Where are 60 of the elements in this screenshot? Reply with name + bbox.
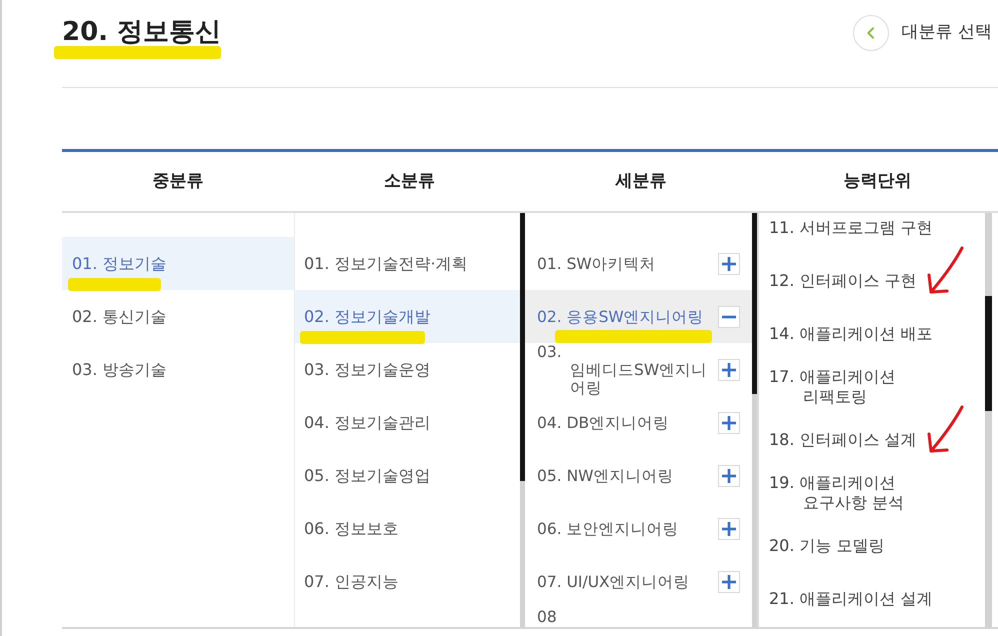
plus-icon bbox=[722, 468, 736, 482]
category-item[interactable]: 03. 정보기술운영 bbox=[295, 343, 520, 396]
back-button[interactable]: 대분류 선택 bbox=[852, 15, 998, 51]
subcategory-link[interactable]: 06. 보안엔지니어링 bbox=[537, 520, 679, 538]
ability-unit-link[interactable]: 17. 애플리케이션 리팩토링 bbox=[769, 366, 949, 406]
expand-button[interactable] bbox=[718, 252, 740, 274]
subcategory-row[interactable]: 02. 응용SW엔지니어링 bbox=[525, 290, 752, 343]
subcategory-row[interactable]: 01. SW아키텍처 bbox=[525, 237, 752, 290]
plus-icon bbox=[722, 362, 736, 376]
category-item[interactable]: 05. 정보기술영업 bbox=[295, 449, 520, 502]
scrollbar-thumb[interactable] bbox=[985, 296, 992, 411]
plus-icon bbox=[722, 256, 736, 270]
subcategory-row[interactable]: 07. UI/UX엔지니어링 bbox=[525, 555, 752, 608]
subcategory-link[interactable]: 01. SW아키텍처 bbox=[537, 254, 656, 272]
ability-unit-link[interactable]: 14. 애플리케이션 배포 bbox=[769, 324, 933, 344]
ability-unit-link[interactable]: 20. 기능 모델링 bbox=[769, 536, 885, 556]
expand-button[interactable] bbox=[718, 570, 740, 592]
category-item[interactable]: 06. 정보보호 bbox=[295, 502, 520, 555]
expand-button[interactable] bbox=[718, 412, 740, 434]
subcategory-link[interactable]: 02. 응용SW엔지니어링 bbox=[537, 308, 704, 326]
category-item[interactable]: 02. 통신기술 bbox=[62, 290, 294, 343]
subcategory-link[interactable]: 05. NW엔지니어링 bbox=[537, 466, 674, 484]
expand-button[interactable] bbox=[718, 518, 740, 540]
category-item[interactable]: 01. 정보기술 bbox=[62, 237, 294, 290]
ability-unit-link[interactable]: 21. 애플리케이션 설계 bbox=[769, 588, 933, 608]
scrollbar-track[interactable] bbox=[752, 213, 757, 627]
subcategory-link[interactable]: 08 bbox=[537, 608, 570, 626]
ability-unit-link[interactable]: 19. 애플리케이션 요구사항 분석 bbox=[769, 472, 949, 512]
category-item[interactable]: 02. 정보기술개발 bbox=[295, 290, 520, 343]
category-item[interactable]: 01. 정보기술전략·계획 bbox=[295, 237, 520, 290]
scrollbar-track[interactable] bbox=[520, 213, 525, 627]
column-heading: 중분류 bbox=[152, 170, 204, 193]
chevron-left-icon bbox=[852, 15, 889, 51]
subcategory-link[interactable]: 07. UI/UX엔지니어링 bbox=[537, 572, 690, 590]
page-title: 20. 정보통신 bbox=[62, 18, 222, 46]
category-item[interactable]: 04. 정보기술관리 bbox=[295, 396, 520, 449]
expand-button[interactable] bbox=[718, 358, 740, 380]
column-heading: 세분류 bbox=[616, 170, 666, 193]
expand-button[interactable] bbox=[718, 464, 740, 486]
subcategory-row[interactable]: 08 bbox=[525, 608, 752, 627]
ability-unit-link[interactable]: 12. 인터페이스 구현 bbox=[769, 270, 917, 290]
column-heading: 소분류 bbox=[384, 170, 435, 193]
scrollbar-thumb[interactable] bbox=[752, 213, 757, 394]
category-item[interactable]: 07. 인공지능 bbox=[295, 555, 520, 608]
subcategory-row[interactable]: 06. 보안엔지니어링 bbox=[525, 502, 752, 555]
plus-icon bbox=[722, 574, 736, 588]
scrollbar-thumb[interactable] bbox=[520, 213, 525, 481]
column-heading: 능력단위 bbox=[844, 170, 912, 193]
plus-icon bbox=[722, 522, 736, 536]
subcategory-row[interactable]: 03. 임베디드SW엔지니어링 bbox=[525, 343, 752, 396]
plus-icon bbox=[722, 416, 736, 430]
subcategory-row[interactable]: 04. DB엔지니어링 bbox=[525, 396, 752, 449]
subcategory-link[interactable]: 03. 임베디드SW엔지니어링 bbox=[537, 342, 709, 396]
subcategory-row[interactable]: 05. NW엔지니어링 bbox=[525, 449, 752, 502]
collapse-button[interactable] bbox=[718, 306, 740, 328]
ability-unit-link[interactable]: 18. 인터페이스 설계 bbox=[769, 430, 917, 450]
subcategory-link[interactable]: 04. DB엔지니어링 bbox=[537, 414, 670, 432]
scrollbar-track[interactable] bbox=[985, 213, 992, 627]
category-item[interactable]: 03. 방송기술 bbox=[62, 343, 294, 396]
ability-unit-link[interactable]: 11. 서버프로그램 구현 bbox=[769, 218, 933, 238]
